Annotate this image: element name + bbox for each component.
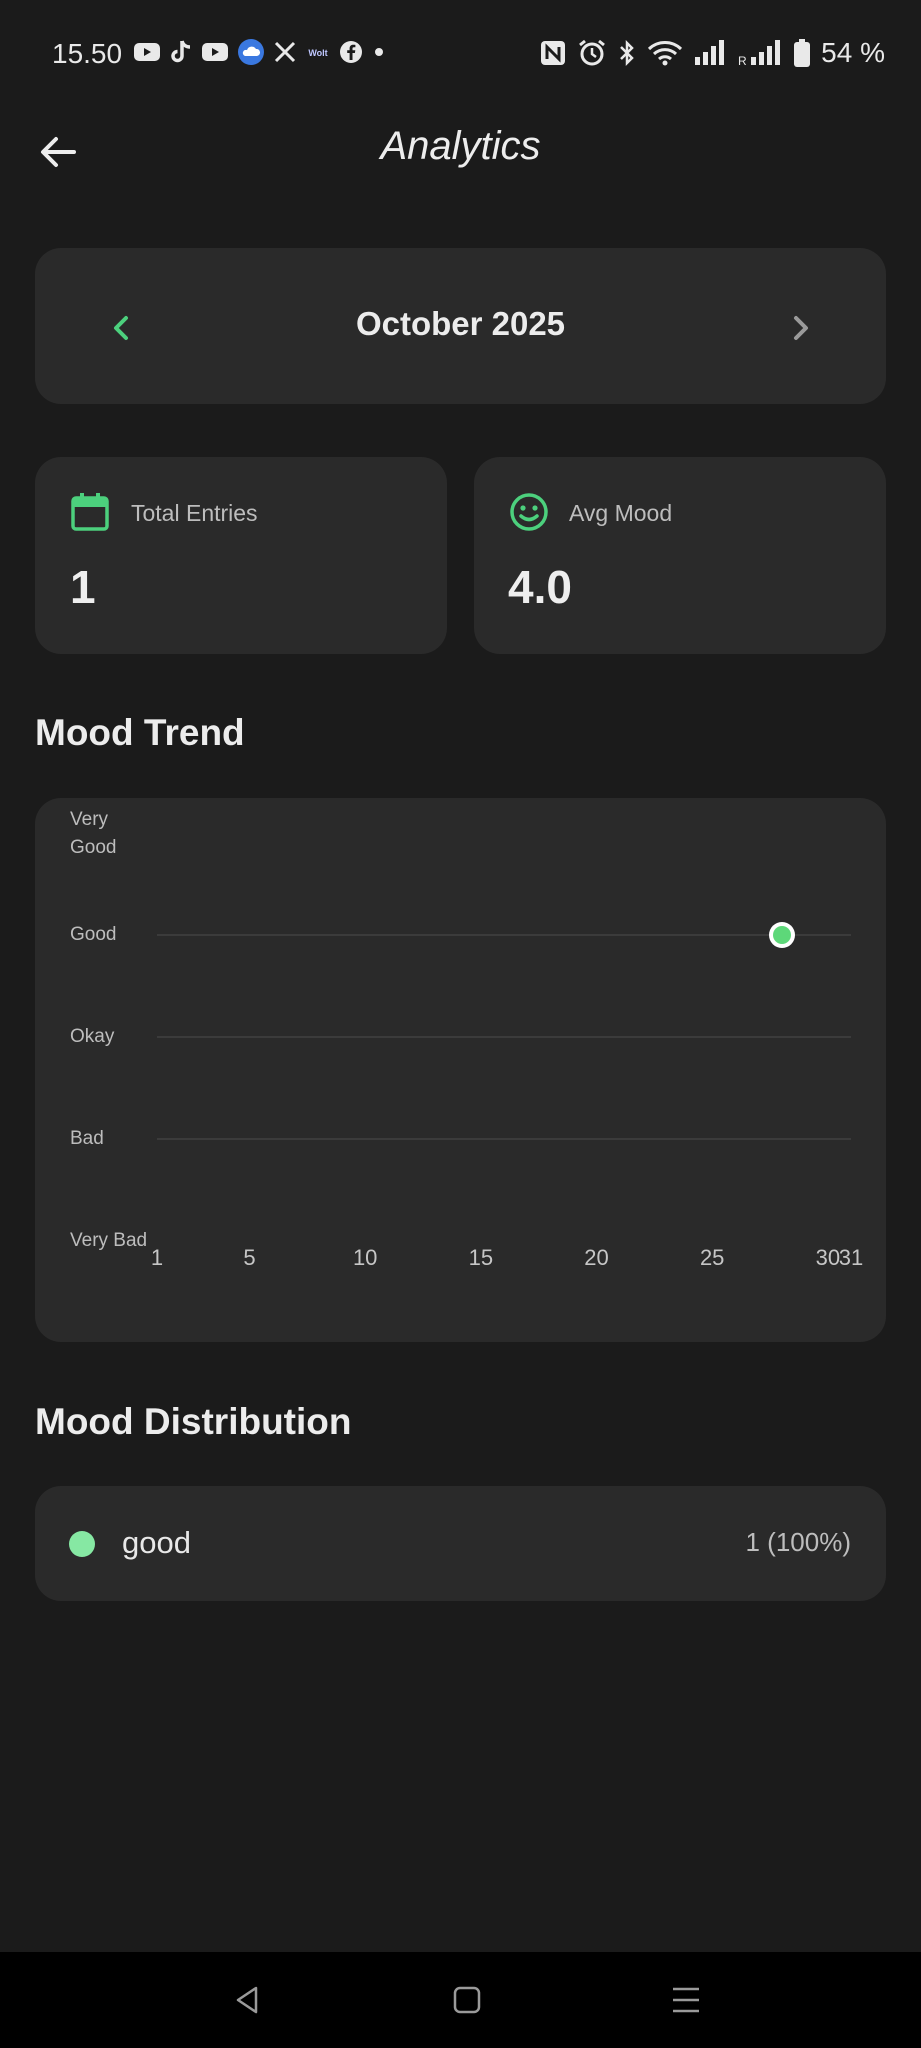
tiktok-icon: [169, 39, 193, 65]
chevron-right-icon: [794, 316, 808, 340]
facebook-icon: [339, 40, 363, 64]
nav-recents-button[interactable]: [664, 1978, 708, 2022]
wifi-icon: [647, 39, 683, 67]
wolt-icon: Wolt: [305, 41, 331, 63]
chart-x-tick-label: 31: [838, 1245, 864, 1270]
youtube-icon: [201, 41, 229, 63]
svg-text:R: R: [738, 54, 747, 67]
chart-x-tick-label: 1: [150, 1245, 164, 1270]
svg-text:Wolt: Wolt: [308, 48, 327, 58]
total-entries-card: [35, 457, 447, 654]
battery-icon: [793, 38, 811, 68]
chart-y-label: Very Good: [70, 809, 117, 858]
youtube-icon: [133, 41, 161, 63]
system-icons: R 54 %: [539, 36, 885, 70]
chart-x-tick-label: 10: [352, 1245, 378, 1270]
chart-x-tick-label: 15: [468, 1245, 494, 1270]
alarm-icon: [577, 38, 607, 68]
smiley-icon: [509, 492, 549, 532]
weather-icon: [237, 38, 265, 66]
battery-percent: 54 %: [821, 37, 885, 68]
mood-distribution-title: Mood Distribution: [35, 1401, 352, 1442]
distribution-item-label: good: [122, 1525, 191, 1560]
total-entries-label: Total Entries: [131, 500, 258, 526]
home-square-icon: [453, 1986, 481, 2014]
chart-data-point-fill: [772, 926, 791, 944]
x-icon: [273, 40, 297, 64]
chart-y-label: Very Bad: [70, 1230, 148, 1251]
signal-icon: [693, 39, 727, 67]
avg-mood-value: 4.0: [508, 561, 572, 613]
total-entries-value: 1: [70, 561, 96, 613]
avg-mood-card: [474, 457, 886, 654]
chart-gridline: [157, 1036, 851, 1038]
chart-x-tick-label: 25: [699, 1245, 725, 1270]
chart-x-tick-label: 20: [584, 1245, 609, 1270]
nfc-icon: [539, 39, 567, 67]
status-time: 15.50: [52, 38, 123, 69]
next-month-button[interactable]: [778, 306, 822, 350]
mood-trend-title: Mood Trend: [35, 712, 245, 753]
calendar-icon: [70, 492, 110, 532]
distribution-item-value: 1 (100%): [745, 1527, 852, 1557]
chart-y-label: Bad: [70, 1128, 104, 1149]
bluetooth-icon: [617, 38, 637, 68]
recents-menu-icon: [673, 1987, 699, 2013]
back-triangle-icon: [236, 1986, 258, 2014]
nav-back-button[interactable]: [226, 1978, 270, 2022]
chart-y-label: Good: [70, 924, 117, 945]
chart-y-label: Okay: [70, 1026, 115, 1047]
dot-icon: [371, 44, 387, 60]
chart-gridline: [157, 1138, 851, 1140]
distribution-color-dot: [69, 1531, 95, 1557]
chart-x-tick-label: 5: [243, 1245, 256, 1270]
roaming-signal-icon: R: [737, 39, 783, 67]
chart-gridline: [157, 934, 851, 936]
notification-icons: Wolt: [133, 36, 387, 68]
avg-mood-label: Avg Mood: [569, 500, 673, 526]
page-title: Analytics: [380, 124, 541, 168]
nav-home-button[interactable]: [445, 1978, 489, 2022]
